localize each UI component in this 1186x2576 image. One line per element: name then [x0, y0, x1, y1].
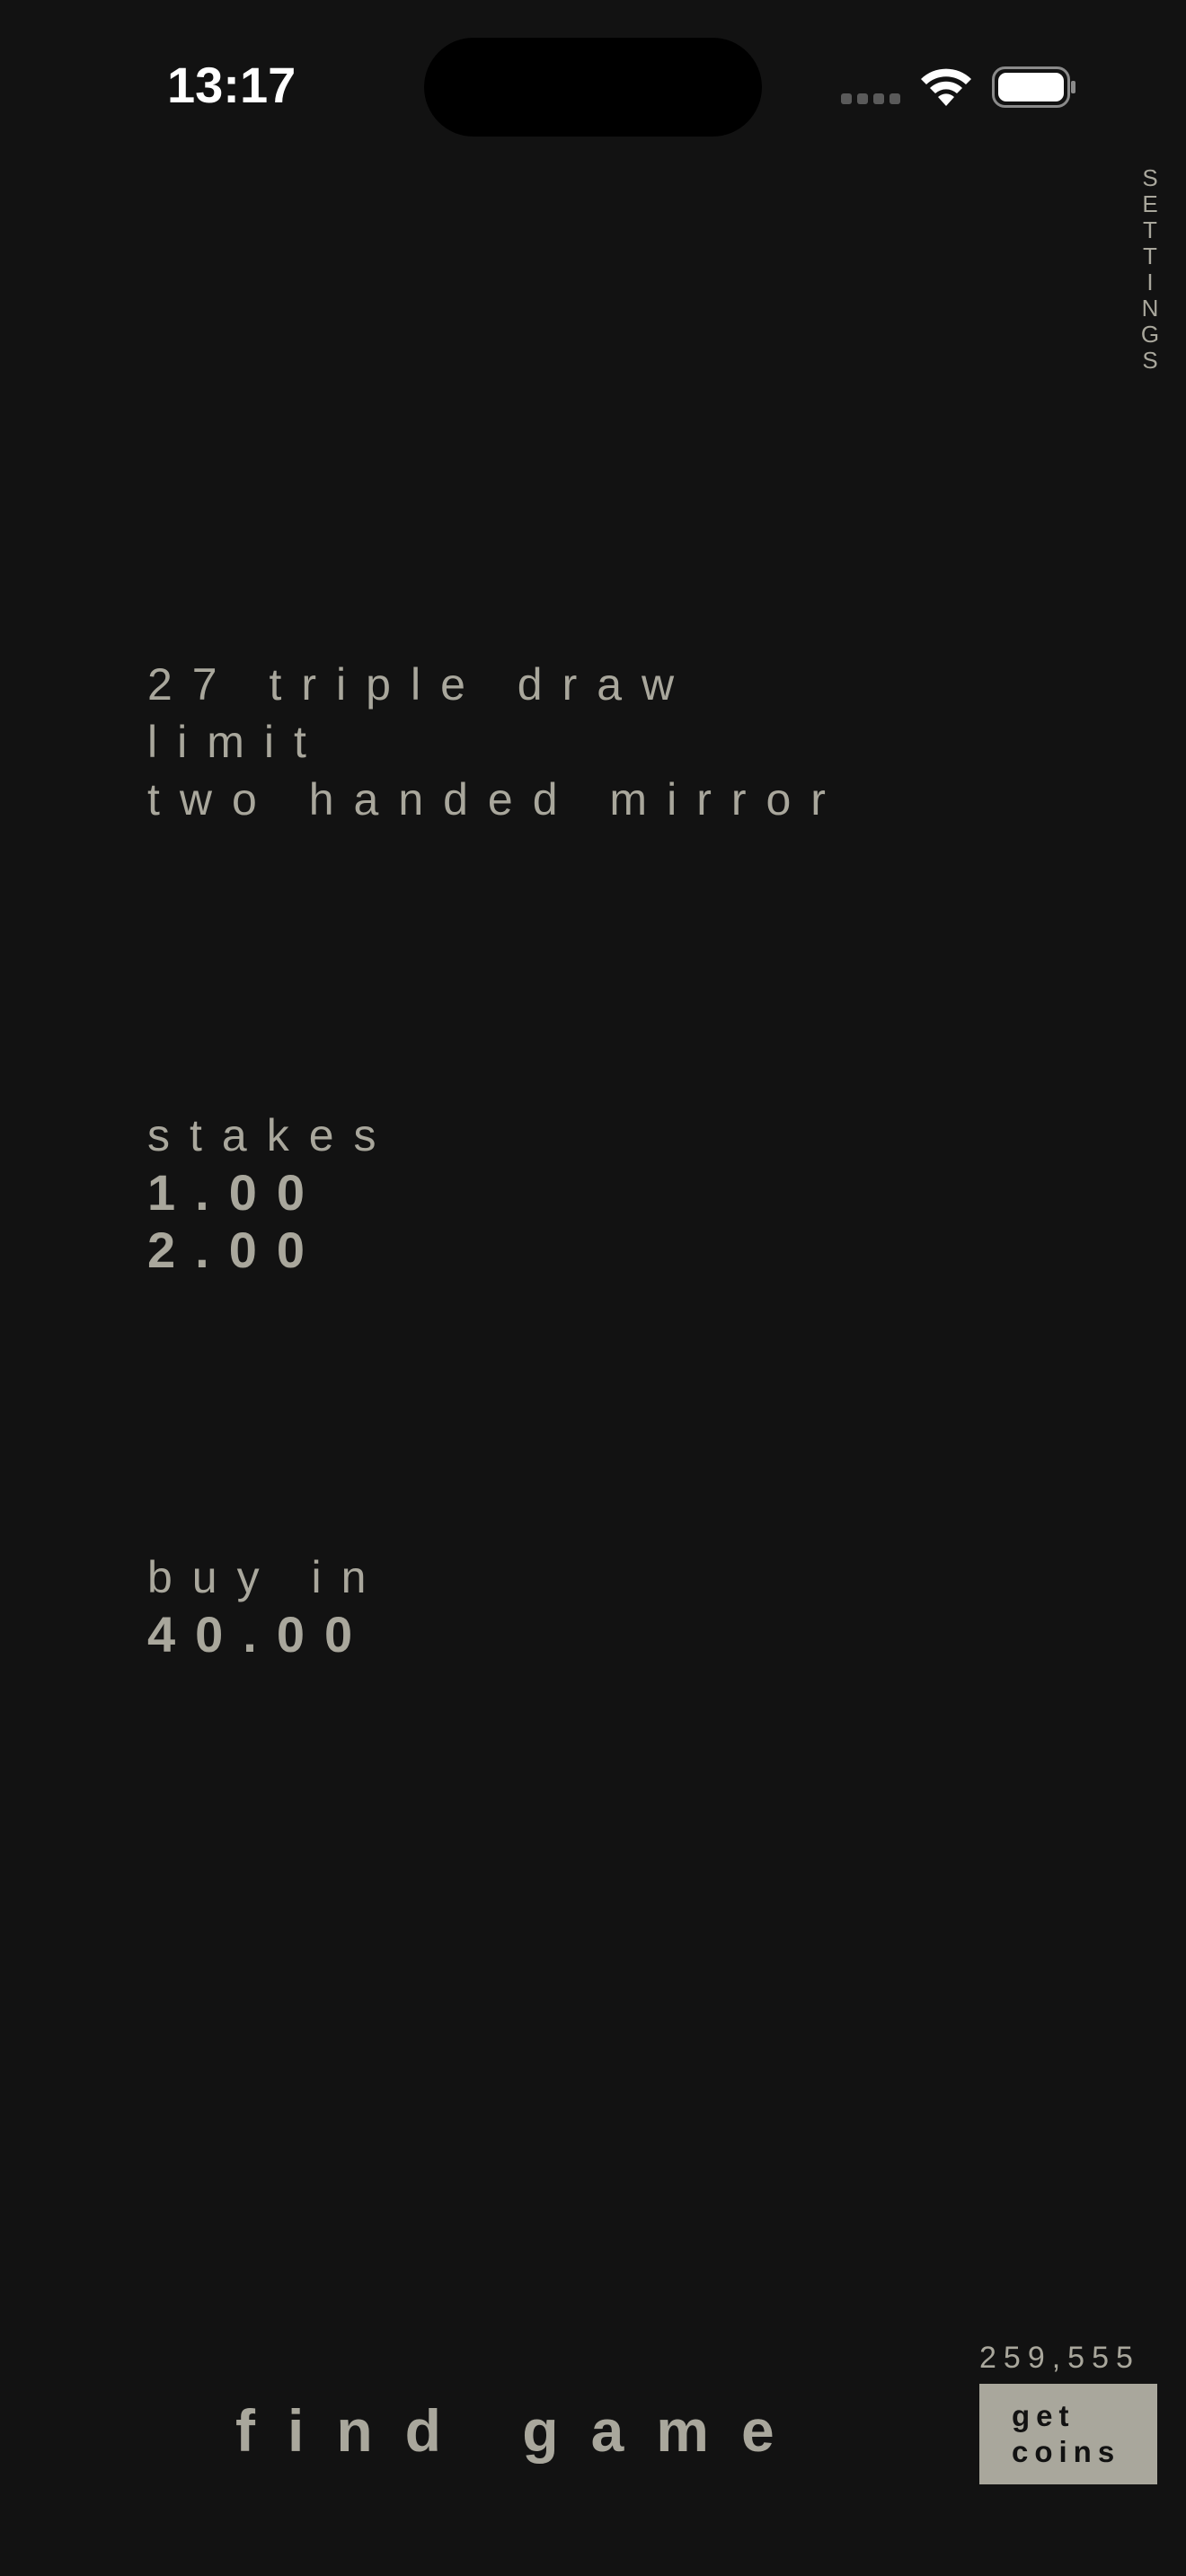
game-type-block: 27 triple draw limit two handed mirror: [147, 656, 845, 828]
status-bar: 13:17: [0, 0, 1186, 162]
settings-letter: T: [1143, 243, 1157, 269]
stakes-small-blind: 1.00: [147, 1164, 324, 1221]
stakes-block: stakes 1.00 2.00: [147, 1107, 396, 1279]
wifi-icon: [921, 68, 971, 106]
game-table-format: two handed mirror: [147, 774, 845, 825]
buy-in-block: buy in 40.00: [147, 1548, 385, 1663]
buy-in-value: 40.00: [147, 1606, 373, 1663]
settings-letter: E: [1142, 190, 1158, 217]
game-betting-structure: limit: [147, 717, 326, 767]
status-time: 13:17: [167, 57, 296, 113]
coin-balance: 259,555: [979, 2341, 1140, 2375]
battery-icon: [992, 66, 1075, 108]
get-coins-button[interactable]: get coins: [979, 2384, 1157, 2484]
settings-letter: G: [1140, 321, 1160, 348]
settings-letter: S: [1142, 164, 1158, 191]
settings-letter: T: [1143, 216, 1157, 243]
get-coins-label-line2: coins: [1012, 2435, 1121, 2468]
find-game-button[interactable]: find game: [235, 2396, 807, 2465]
stakes-big-blind: 2.00: [147, 1222, 324, 1278]
settings-letter: N: [1141, 295, 1159, 322]
settings-letter: I: [1146, 269, 1154, 296]
get-coins-label-line1: get: [1012, 2399, 1075, 2432]
stakes-label: stakes: [147, 1110, 396, 1160]
settings-letter: S: [1142, 347, 1158, 374]
settings-link[interactable]: SETTINGS: [1134, 165, 1166, 374]
buy-in-label: buy in: [147, 1552, 386, 1602]
game-variant: 27 triple draw: [147, 659, 695, 710]
dynamic-island: [424, 38, 762, 137]
cellular-signal-icon: [841, 93, 900, 104]
